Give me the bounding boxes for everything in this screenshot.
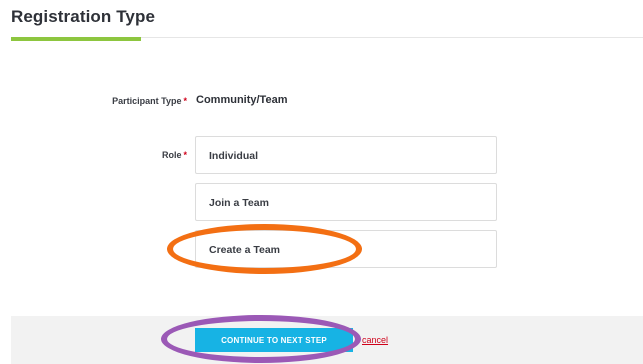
- participant-type-value: Community/Team: [196, 94, 288, 106]
- section-title: Registration Type: [11, 7, 156, 26]
- required-marker: *: [183, 150, 187, 160]
- role-label: Role *: [162, 150, 187, 160]
- required-marker: *: [183, 96, 187, 106]
- role-option-create-team[interactable]: Create a Team: [195, 230, 497, 268]
- continue-button[interactable]: CONTINUE TO NEXT STEP: [195, 328, 353, 352]
- role-option-join-team[interactable]: Join a Team: [195, 183, 497, 221]
- participant-type-label-text: Participant Type: [112, 96, 182, 106]
- title-accent-bar: [11, 37, 141, 41]
- role-option-label: Create a Team: [209, 244, 281, 256]
- participant-type-label: Participant Type *: [112, 96, 187, 106]
- role-option-label: Join a Team: [209, 197, 269, 209]
- role-label-text: Role: [161, 150, 182, 160]
- role-option-label: Individual: [209, 150, 259, 162]
- registration-page: Registration Type Participant Type * Comm…: [0, 0, 643, 364]
- cancel-link[interactable]: cancel: [362, 335, 388, 345]
- role-option-individual[interactable]: Individual: [195, 136, 497, 174]
